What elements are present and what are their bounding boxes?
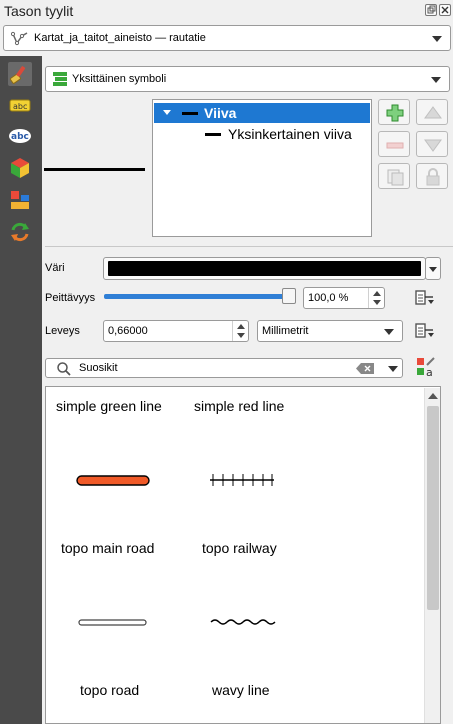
lock-icon (426, 168, 440, 186)
svg-text:abc: abc (13, 102, 27, 111)
scrollbar-thumb[interactable] (427, 406, 439, 610)
float-panel-icon[interactable] (425, 4, 437, 16)
symbol-preview-topo-road[interactable] (78, 619, 148, 627)
library-scrollbar[interactable] (424, 388, 440, 723)
symbology-panel: Yksittäinen symboli Viiva Yksinkertainen… (42, 56, 453, 724)
layer-name: Kartat_ja_taitot_aineisto — rautatie (34, 32, 206, 44)
symbol-preview (44, 168, 145, 171)
color-button[interactable] (103, 257, 426, 280)
symbol-item-label[interactable]: topo main road (61, 540, 154, 556)
3d-cube-icon[interactable] (8, 156, 32, 180)
width-label: Leveys (45, 325, 80, 337)
tree-item-label: Viiva (204, 105, 237, 121)
move-down-icon (424, 139, 442, 152)
opacity-label: Peittävyys (45, 292, 96, 304)
lock-layer-button[interactable] (416, 163, 448, 189)
duplicate-icon (387, 169, 404, 186)
symbol-preview-topo-main-road[interactable] (76, 475, 152, 487)
unit-selector[interactable]: Millimetrit (257, 320, 403, 342)
chevron-down-icon[interactable] (388, 366, 398, 372)
spin-down-icon[interactable] (373, 300, 381, 305)
symbol-item-label[interactable]: topo road (80, 682, 139, 698)
paint-brush-icon[interactable] (8, 62, 32, 86)
line-swatch (182, 112, 198, 115)
abc-icon[interactable]: abc (8, 124, 32, 148)
duplicate-symbol-layer-button[interactable] (378, 163, 410, 189)
data-defined-override-button[interactable] (412, 287, 436, 309)
style-manager-button[interactable]: a (415, 356, 437, 379)
filter-value: Suosikit (79, 362, 118, 374)
spin-up-icon[interactable] (237, 324, 245, 329)
width-value: 0,66000 (108, 325, 148, 337)
chevron-down-icon (429, 267, 437, 272)
search-icon (56, 361, 72, 380)
add-symbol-layer-button[interactable] (378, 99, 410, 125)
data-defined-override-button[interactable] (412, 320, 436, 342)
single-symbol-icon (52, 71, 68, 90)
unit-value: Millimetrit (262, 325, 309, 337)
color-label: Väri (45, 262, 65, 274)
spin-down-icon[interactable] (237, 333, 245, 338)
tree-item-line-symbol[interactable]: Viiva (154, 103, 370, 123)
move-up-button[interactable] (416, 99, 448, 125)
diagram-icon[interactable] (8, 188, 32, 212)
line-swatch (205, 133, 221, 136)
data-defined-icon (415, 290, 434, 305)
label-icon[interactable]: abc (8, 94, 32, 118)
section-divider (45, 246, 453, 247)
style-manager-icon: a (417, 357, 435, 379)
symbol-item-label[interactable]: simple red line (194, 398, 284, 414)
symbol-preview-topo-railway[interactable] (210, 473, 276, 487)
opacity-value: 100,0 % (308, 292, 349, 304)
move-down-button[interactable] (416, 131, 448, 157)
scroll-up-icon[interactable] (428, 393, 438, 399)
symbol-item-label[interactable]: wavy line (212, 682, 270, 698)
panel-title: Tason tyylit (4, 3, 74, 19)
layer-selector[interactable]: Kartat_ja_taitot_aineisto — rautatie (3, 25, 451, 51)
renderer-label: Yksittäinen symboli (72, 73, 167, 85)
style-toolbar: abc abc (0, 56, 42, 724)
chevron-down-icon (384, 329, 394, 335)
remove-symbol-layer-button[interactable] (378, 131, 410, 157)
opacity-slider-track[interactable] (104, 294, 289, 299)
close-panel-icon[interactable] (439, 4, 451, 16)
renderer-selector[interactable]: Yksittäinen symboli (45, 66, 450, 92)
spin-up-icon[interactable] (373, 291, 381, 296)
color-swatch (108, 261, 421, 276)
history-icon[interactable] (8, 220, 32, 244)
symbol-library[interactable]: simple green line simple red line topo m… (45, 386, 441, 724)
chevron-down-icon (432, 36, 442, 42)
opacity-spinbox[interactable]: 100,0 % (303, 287, 385, 309)
symbol-filter-combo[interactable]: Suosikit (45, 358, 403, 378)
width-spinbox[interactable]: 0,66000 (103, 320, 249, 342)
dock-titlebar: Tason tyylit (0, 0, 453, 22)
symbol-layer-tree[interactable]: Viiva Yksinkertainen viiva (152, 99, 372, 237)
move-up-icon (424, 106, 442, 119)
symbol-item-label[interactable]: topo railway (202, 540, 277, 556)
spin-arrows[interactable] (232, 321, 248, 341)
svg-text:a: a (426, 366, 433, 378)
color-menu-button[interactable] (425, 257, 441, 280)
svg-text:abc: abc (11, 132, 29, 142)
line-layer-icon (10, 30, 29, 49)
remove-symbol-icon (386, 142, 404, 149)
chevron-down-icon (431, 77, 441, 83)
tree-item-label: Yksinkertainen viiva (228, 126, 352, 142)
opacity-slider-handle[interactable] (282, 288, 296, 304)
collapse-icon[interactable] (163, 110, 171, 115)
spin-arrows[interactable] (368, 288, 384, 308)
symbol-preview-wavy-line[interactable] (210, 617, 276, 627)
clear-icon[interactable] (356, 363, 374, 377)
add-symbol-icon (386, 104, 404, 122)
data-defined-icon (415, 323, 434, 338)
symbol-item-label[interactable]: simple green line (56, 398, 162, 414)
